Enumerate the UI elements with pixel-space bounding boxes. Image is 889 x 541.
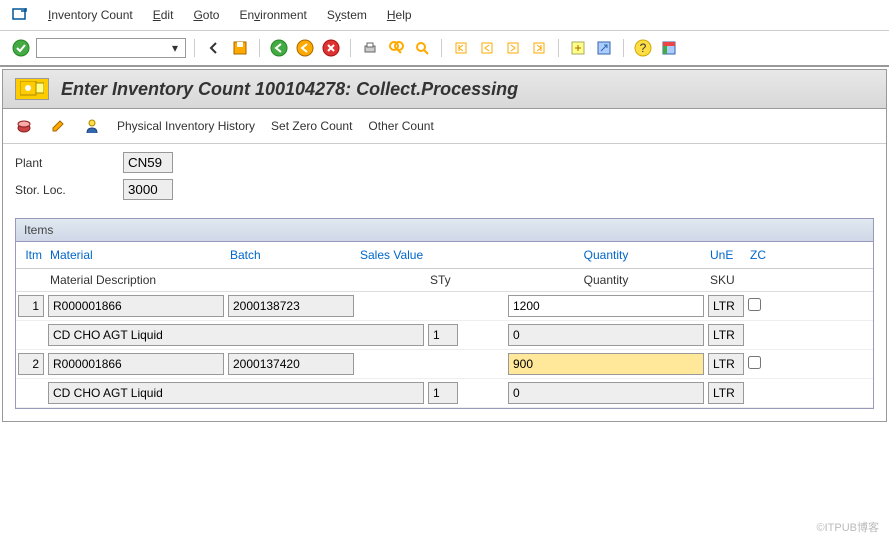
batch-field[interactable]	[228, 353, 354, 375]
back-icon[interactable]	[203, 37, 225, 59]
col-sty: STy	[426, 273, 506, 287]
next-page-icon[interactable]	[502, 37, 524, 59]
stor-loc-field[interactable]	[123, 179, 173, 200]
title-bar: Enter Inventory Count 100104278: Collect…	[3, 70, 886, 109]
cancel-icon[interactable]	[320, 37, 342, 59]
une-field[interactable]	[708, 353, 744, 375]
items-header: Items	[16, 219, 873, 242]
zc-checkbox[interactable]	[748, 298, 761, 311]
layout-icon[interactable]	[658, 37, 680, 59]
help-icon[interactable]: ?	[632, 37, 654, 59]
quantity-field[interactable]	[508, 295, 704, 317]
menubar: IInventory Countnventory Count Edit Goto…	[0, 0, 889, 31]
toolbar: ▾ ?	[0, 31, 889, 67]
table-row	[16, 350, 873, 379]
material-field[interactable]	[48, 353, 224, 375]
content-panel: Enter Inventory Count 100104278: Collect…	[2, 69, 887, 422]
une-field[interactable]	[708, 295, 744, 317]
material-field[interactable]	[48, 295, 224, 317]
stor-loc-label: Stor. Loc.	[15, 183, 115, 197]
print-icon[interactable]	[359, 37, 381, 59]
col-une: UnE	[706, 248, 746, 262]
menu-goto[interactable]: Goto	[193, 8, 219, 22]
nav-back-icon[interactable]	[268, 37, 290, 59]
find-next-icon[interactable]	[411, 37, 433, 59]
svg-text:?: ?	[640, 41, 647, 55]
page-title: Enter Inventory Count 100104278: Collect…	[61, 79, 518, 100]
col-batch: Batch	[226, 248, 356, 262]
sty-field[interactable]	[428, 324, 458, 346]
quantity2-field[interactable]	[508, 382, 704, 404]
plant-field[interactable]	[123, 152, 173, 173]
action-bar: Physical Inventory History Set Zero Coun…	[3, 109, 886, 144]
history-button[interactable]: Physical Inventory History	[117, 119, 255, 133]
table-subheader-row: Material Description STy Quantity SKU	[16, 269, 873, 292]
plant-label: Plant	[15, 156, 115, 170]
une2-field[interactable]	[708, 382, 744, 404]
prev-page-icon[interactable]	[476, 37, 498, 59]
other-count-button[interactable]: Other Count	[368, 119, 433, 133]
items-table: Itm Material Batch Sales Value Quantity …	[16, 242, 873, 408]
last-page-icon[interactable]	[528, 37, 550, 59]
table-row	[16, 292, 873, 321]
menu-inventory[interactable]: IInventory Countnventory Count	[48, 8, 133, 22]
doc-overview-icon[interactable]	[15, 117, 33, 135]
new-session-icon[interactable]	[567, 37, 589, 59]
col-quantity2: Quantity	[506, 273, 706, 287]
nav-exit-icon[interactable]	[294, 37, 316, 59]
person-icon[interactable]	[83, 117, 101, 135]
command-input[interactable]	[36, 38, 186, 58]
zero-count-button[interactable]: Set Zero Count	[271, 119, 352, 133]
find-icon[interactable]	[385, 37, 407, 59]
batch-field[interactable]	[228, 295, 354, 317]
menu-edit[interactable]: Edit	[153, 8, 174, 22]
table-row	[16, 379, 873, 408]
menu-help[interactable]: Help	[387, 8, 412, 22]
itm-field[interactable]	[18, 353, 44, 375]
table-row	[16, 321, 873, 350]
save-icon[interactable]	[229, 37, 251, 59]
col-quantity: Quantity	[506, 248, 706, 262]
menu-environment[interactable]: Environment	[239, 8, 306, 22]
col-material: Material	[46, 248, 226, 262]
form-area: Plant Stor. Loc.	[3, 144, 886, 214]
itm-field[interactable]	[18, 295, 44, 317]
desc-field[interactable]	[48, 324, 424, 346]
col-mat-desc: Material Description	[46, 273, 426, 287]
dropdown-icon[interactable]: ▾	[172, 41, 178, 55]
watermark: ©ITPUB博客	[817, 519, 880, 535]
sty-field[interactable]	[428, 382, 458, 404]
col-itm: Itm	[16, 248, 46, 262]
edit-icon[interactable]	[49, 117, 67, 135]
zc-checkbox[interactable]	[748, 356, 761, 369]
transaction-icon[interactable]	[15, 78, 49, 100]
menu-system[interactable]: System	[327, 8, 367, 22]
une2-field[interactable]	[708, 324, 744, 346]
col-zc: ZC	[746, 248, 771, 262]
app-menu-icon[interactable]	[12, 8, 28, 22]
table-header-row: Itm Material Batch Sales Value Quantity …	[16, 242, 873, 269]
col-sku: SKU	[706, 273, 761, 287]
first-page-icon[interactable]	[450, 37, 472, 59]
enter-icon[interactable]	[10, 37, 32, 59]
col-sales-value: Sales Value	[356, 248, 476, 262]
items-panel: Items Itm Material Batch Sales Value Qua…	[15, 218, 874, 409]
shortcut-icon[interactable]	[593, 37, 615, 59]
desc-field[interactable]	[48, 382, 424, 404]
quantity-field[interactable]	[508, 353, 704, 375]
quantity2-field[interactable]	[508, 324, 704, 346]
